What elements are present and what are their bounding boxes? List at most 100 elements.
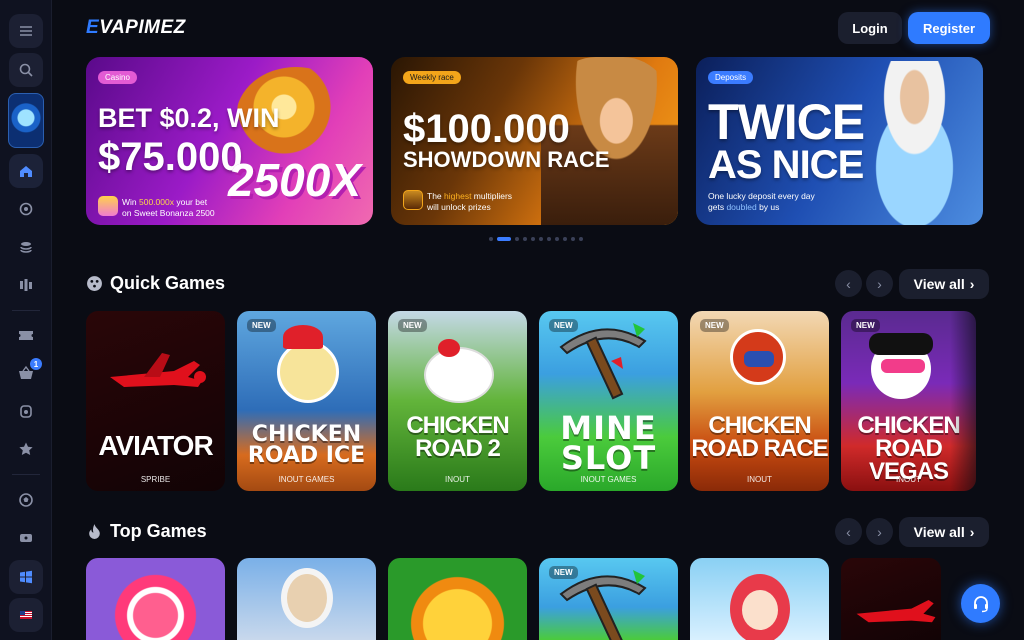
banner-title-amount: $100.000 [403,107,570,151]
carousel-dot[interactable] [563,237,567,241]
game-card-fruit-slot[interactable] [388,558,527,640]
banner-description: Win 500.000x your bet on Sweet Bonanza 25… [122,197,215,218]
carousel-dot[interactable] [531,237,535,241]
chicken-comb [438,339,460,357]
banner-title: TWICE [708,94,865,150]
sidebar-divider [12,474,40,475]
plane-icon [110,353,206,387]
new-badge: NEW [398,319,427,332]
sport-tickets-icon[interactable] [9,521,43,555]
banner-casino[interactable]: Casino BET $0.2, WIN $75.000 2500X Win 5… [86,57,373,225]
chicken-mascot [424,347,494,403]
view-all-button[interactable]: View all › [899,269,989,299]
new-badge: NEW [549,566,578,579]
game-card-gates-of-olympus[interactable] [237,558,376,640]
game-title: CHICKEN ROAD 2 [406,412,509,462]
new-badge: NEW [700,319,729,332]
star-icon[interactable] [9,432,43,466]
scroll-fade [950,310,990,492]
carousel-dot[interactable] [489,237,493,241]
windows-icon[interactable] [9,560,43,594]
race-icon [403,190,423,210]
game-title: AVIATOR [98,430,213,461]
banner-title: BET $0.2, WIN [98,103,280,133]
carousel-dot[interactable] [555,237,559,241]
game-provider: INOUT GAMES [580,475,637,484]
carousel-dot[interactable] [515,237,519,241]
carousel-dot[interactable] [579,237,583,241]
carousel-dot[interactable] [547,237,551,241]
sidebar-promo-wheel[interactable] [8,93,44,148]
banner-title-line2: AS NICE [708,143,864,187]
ticket-icon[interactable] [9,318,43,352]
game-card-chicken-road-race[interactable]: NEW CHICKEN ROAD RACE INOUT [690,311,829,491]
banner-tag: Casino [98,71,137,84]
register-button[interactable]: Register [908,12,990,44]
game-title: CHICKEN ROAD ICE [247,422,366,468]
banner-weekly-race[interactable]: Weekly race $100.000 SHOWDOWN RACE The h… [391,57,678,225]
banner-deposits[interactable]: Deposits TWICE AS NICE One lucky deposit… [696,57,983,225]
section-title-top-games: Top Games [86,521,207,542]
search-icon[interactable] [9,53,43,87]
game-card-aviator[interactable]: AVIATOR SPRIBE [86,311,225,491]
live-games-icon[interactable] [9,268,43,302]
prev-arrow-button[interactable]: ‹ [835,518,862,545]
chevron-right-icon: › [969,276,975,292]
home-icon[interactable] [9,154,43,188]
sunglasses [881,359,925,373]
sports-ball-icon[interactable] [9,483,43,517]
banner-title-amount: $75.000 [98,135,243,179]
header: EVAPIMEZ Login Register [52,0,1024,54]
carousel-indicator [489,237,583,241]
stack-icon[interactable] [9,230,43,264]
new-badge: NEW [851,319,880,332]
dice-icon [87,276,102,291]
helmet-visor [744,351,774,367]
next-arrow-button[interactable]: › [866,270,893,297]
game-card-mine-slot[interactable]: NEW MINE SLOT INOUT GAMES [539,311,678,491]
next-arrow-button[interactable]: › [866,518,893,545]
sidebar-divider [12,310,40,311]
login-button[interactable]: Login [838,12,902,44]
carousel-dot[interactable] [571,237,575,241]
banner-tag: Weekly race [403,71,461,84]
basket-badge: 1 [30,358,42,370]
princess-face [742,590,778,630]
zeus-face [281,568,333,628]
game-card-mine-slot-top[interactable]: NEW [539,558,678,640]
banner-title: SHOWDOWN RACE [403,147,610,172]
game-provider: INOUT GAMES [278,475,335,484]
banner-description: One lucky deposit every day gets doubled … [708,191,815,212]
game-card-chicken-road-ice[interactable]: NEW CHICKEN ROAD ICE INOUT GAMES [237,311,376,491]
game-title: CHICKEN ROAD RACE [691,412,828,462]
game-card-starlight-princess[interactable] [690,558,829,640]
game-card-sweet-bonanza[interactable] [86,558,225,640]
casino-chip-icon[interactable] [9,192,43,226]
flag-us-icon[interactable] [9,598,43,632]
santa-hat [283,325,323,349]
basket-icon[interactable]: 1 [9,356,43,390]
cup-icon[interactable] [9,394,43,428]
carousel-dot[interactable] [539,237,543,241]
game-card-aviator-top[interactable] [841,558,941,640]
multiplier-graphic: 2500X [228,154,362,206]
sidebar: 1 [0,0,52,640]
carousel-dot[interactable] [497,237,511,241]
hair [869,333,933,355]
game-card-chicken-road-2[interactable]: NEW CHICKEN ROAD 2 INOUT [388,311,527,491]
new-badge: NEW [247,319,276,332]
support-chat-button[interactable] [961,584,1000,623]
game-title: MINE SLOT [560,409,657,478]
zeus-illustration [846,61,983,225]
chicken-mascot [277,341,339,403]
game-provider: SPRIBE [140,475,171,484]
carousel-dot[interactable] [523,237,527,241]
game-provider: INOUT [445,475,470,484]
fire-icon [89,524,100,539]
new-badge: NEW [549,319,578,332]
brand-logo[interactable]: EVAPIMEZ [86,17,186,39]
view-all-button[interactable]: View all › [899,517,989,547]
menu-icon[interactable] [9,14,43,48]
prev-arrow-button[interactable]: ‹ [835,270,862,297]
sweet-bonanza-icon [98,196,118,216]
